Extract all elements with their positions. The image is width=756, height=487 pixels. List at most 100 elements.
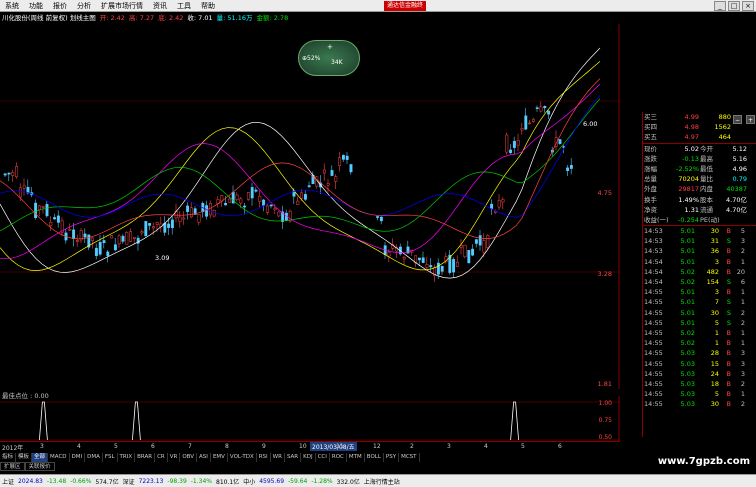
tick-volume: 31 bbox=[710, 237, 719, 246]
menu-extended-market[interactable]: 扩展市场行情 bbox=[96, 0, 148, 12]
stat-value: 70204 bbox=[678, 175, 699, 184]
tick-time: 14:55 bbox=[644, 328, 663, 337]
tab-brar[interactable]: BRAR bbox=[135, 453, 156, 462]
tab-[interactable]: 指标 bbox=[0, 453, 17, 462]
tick-volume: 3 bbox=[714, 257, 719, 266]
time-axis: 2012年 2013/03/08/五 3 4 5 6 7 8 9 10 11 12 2 3 4 5 6 bbox=[0, 441, 620, 452]
maximize-button[interactable]: □ bbox=[728, 1, 740, 11]
menu-quote[interactable]: 报价 bbox=[48, 0, 72, 12]
candle-body bbox=[102, 240, 106, 244]
tick-count: 3 bbox=[740, 349, 745, 358]
tick-count: 2 bbox=[740, 247, 745, 256]
candle-body bbox=[558, 139, 562, 144]
menu-analysis[interactable]: 分析 bbox=[72, 0, 96, 12]
ask-label: 买三 bbox=[644, 113, 657, 121]
ask-label: 买五 bbox=[644, 133, 657, 142]
tab-related-quote[interactable]: 关联报价 bbox=[24, 462, 55, 471]
panel-plus-button[interactable]: + bbox=[746, 115, 755, 124]
tick-count: 1 bbox=[740, 339, 745, 348]
candle-body bbox=[303, 194, 307, 200]
indicator-chart[interactable]: 1.00 0.75 0.50 bbox=[0, 396, 620, 441]
station-label[interactable]: 上海行情主站 bbox=[364, 477, 400, 486]
menu-system[interactable]: 系统 bbox=[0, 0, 24, 12]
sz-label: 深证 bbox=[122, 478, 135, 486]
tab-mcst[interactable]: MCST bbox=[399, 453, 420, 462]
stat-label: 总量 bbox=[644, 175, 657, 184]
menu-function[interactable]: 功能 bbox=[24, 0, 48, 12]
candle-body bbox=[56, 215, 60, 223]
volume-label: 量: 51.16万 bbox=[216, 14, 253, 22]
candle-body bbox=[421, 257, 425, 263]
tab-[interactable]: 模板 bbox=[16, 453, 33, 462]
tick-row: 14:55 5.03 15 B 3 bbox=[643, 359, 756, 369]
watermark: www.7gpzb.com bbox=[657, 456, 750, 467]
kline-chart[interactable]: 4.75 3.28 1.81 6.00 3.09 bbox=[0, 24, 620, 389]
ma-line bbox=[0, 98, 601, 232]
tick-volume: 154 bbox=[706, 278, 719, 286]
tab-asi[interactable]: ASI bbox=[197, 453, 211, 462]
tick-count: 20 bbox=[736, 267, 745, 276]
tab-kdj[interactable]: KDJ bbox=[301, 453, 316, 462]
tick-list[interactable]: 14:53 5.01 30 B 5 14:53 5.01 31 S 3 14:53 5.01 36 B 2 1… bbox=[643, 226, 756, 409]
tick-price: 5.01 bbox=[680, 237, 695, 246]
tick-price: 5.01 bbox=[680, 308, 695, 317]
time-mark: 10 bbox=[299, 443, 307, 450]
tab-cci[interactable]: CCI bbox=[316, 453, 330, 462]
tab-vr[interactable]: VR bbox=[168, 453, 181, 462]
candle-body bbox=[258, 195, 262, 202]
tick-side: B bbox=[726, 257, 731, 266]
candle-body bbox=[509, 149, 513, 153]
ask-volume: 880 bbox=[718, 113, 731, 121]
tab-extended[interactable]: 扩展区 bbox=[0, 462, 25, 471]
tab-roc[interactable]: ROC bbox=[330, 453, 347, 462]
candle-body bbox=[376, 216, 380, 218]
time-mark: 12 bbox=[373, 443, 381, 450]
tab-cr[interactable]: CR bbox=[155, 453, 168, 462]
tab-macd[interactable]: MACD bbox=[48, 453, 70, 462]
candle-body bbox=[15, 166, 19, 178]
tab-boll[interactable]: BOLL bbox=[365, 453, 384, 462]
candle-body bbox=[148, 223, 152, 226]
tab-mtm[interactable]: MTM bbox=[347, 453, 365, 462]
menu-news[interactable]: 资讯 bbox=[148, 0, 172, 12]
tab-obv[interactable]: OBV bbox=[180, 453, 198, 462]
menu-help[interactable]: 帮助 bbox=[196, 0, 220, 12]
tab-dmi[interactable]: DMI bbox=[70, 453, 86, 462]
candle-body bbox=[235, 194, 239, 200]
float-monitor-widget[interactable]: ⊕52% 34K + bbox=[298, 40, 360, 76]
tab-sar[interactable]: SAR bbox=[285, 453, 302, 462]
tick-time: 14:55 bbox=[644, 308, 663, 317]
candle-body bbox=[205, 205, 209, 217]
time-mark: 4 bbox=[77, 443, 81, 450]
menu-tools[interactable]: 工具 bbox=[172, 0, 196, 12]
candle-body bbox=[117, 235, 121, 245]
tab-wr[interactable]: WR bbox=[271, 453, 285, 462]
panel-minus-button[interactable]: − bbox=[733, 115, 742, 124]
price-label-low: 1.81 bbox=[598, 380, 612, 388]
tick-price: 5.01 bbox=[680, 298, 695, 307]
tab-trix[interactable]: TRIX bbox=[118, 453, 136, 462]
tick-row: 14:55 5.02 1 B 1 bbox=[643, 328, 756, 338]
tab-fsl[interactable]: FSL bbox=[103, 453, 118, 462]
close-button[interactable]: × bbox=[742, 1, 754, 11]
tab-emv[interactable]: EMV bbox=[211, 453, 228, 462]
candle-body bbox=[277, 211, 281, 217]
tick-time: 14:55 bbox=[644, 379, 663, 388]
candle-body bbox=[341, 154, 345, 160]
tab-dma[interactable]: DMA bbox=[85, 453, 103, 462]
tick-price: 5.02 bbox=[680, 278, 695, 286]
tab-[interactable]: 全部 bbox=[32, 453, 49, 462]
tick-side: B bbox=[726, 339, 731, 348]
tick-price: 5.01 bbox=[680, 318, 695, 327]
tab-rsi[interactable]: RSI bbox=[257, 453, 271, 462]
tick-row: 14:55 5.03 24 B 3 bbox=[643, 369, 756, 379]
tick-price: 5.03 bbox=[680, 349, 695, 358]
stat-value: 4.96 bbox=[732, 164, 747, 173]
tab-voltdx[interactable]: VOL-TDX bbox=[228, 453, 257, 462]
tick-volume: 30 bbox=[710, 308, 719, 317]
promo-link[interactable]: 通达信金融终 bbox=[384, 1, 426, 11]
widget-label-1: ⊕52% bbox=[302, 55, 321, 62]
tab-psy[interactable]: PSY bbox=[384, 453, 400, 462]
minimize-button[interactable]: _ bbox=[714, 1, 726, 11]
window-controls: _ □ × bbox=[714, 1, 754, 11]
